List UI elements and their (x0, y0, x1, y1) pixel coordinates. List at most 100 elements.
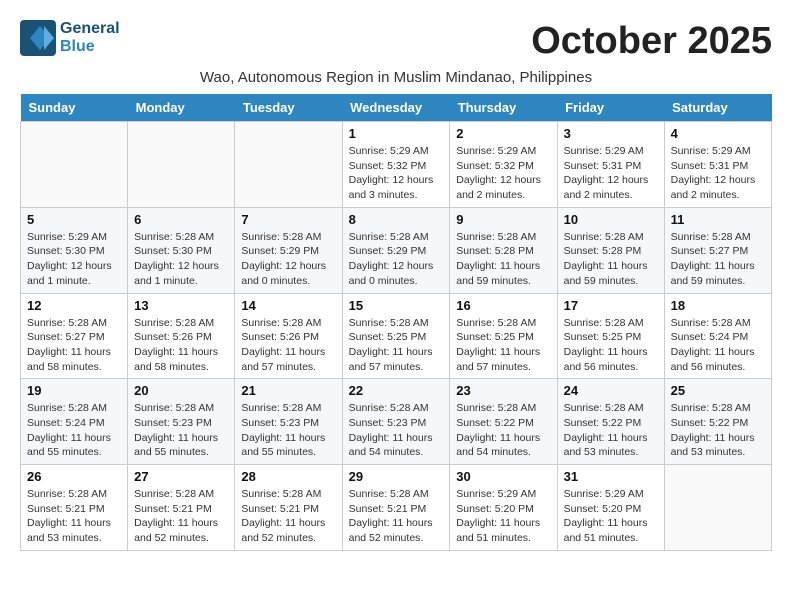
calendar-cell: 30 Sunrise: 5:29 AMSunset: 5:20 PMDayligh… (450, 465, 557, 551)
calendar-cell: 31 Sunrise: 5:29 AMSunset: 5:20 PMDayligh… (557, 465, 664, 551)
day-number: 9 (456, 212, 550, 227)
calendar-cell: 10 Sunrise: 5:28 AMSunset: 5:28 PMDayligh… (557, 207, 664, 293)
day-info: Sunrise: 5:28 AMSunset: 5:25 PMDaylight:… (349, 316, 444, 375)
weekday-header-sunday: Sunday (21, 94, 128, 122)
calendar-cell: 15 Sunrise: 5:28 AMSunset: 5:25 PMDayligh… (342, 293, 450, 379)
day-number: 11 (671, 212, 765, 227)
day-info: Sunrise: 5:28 AMSunset: 5:23 PMDaylight:… (134, 401, 228, 460)
day-number: 20 (134, 383, 228, 398)
day-number: 12 (27, 298, 121, 313)
calendar-cell: 26Sunrise: 5:28 AMSunset: 5:21 PMDayligh… (21, 465, 128, 551)
day-info: Sunrise: 5:28 AMSunset: 5:28 PMDaylight:… (564, 230, 658, 289)
day-info: Sunrise: 5:29 AMSunset: 5:20 PMDaylight:… (564, 487, 658, 546)
calendar-cell: 23Sunrise: 5:28 AMSunset: 5:22 PMDayligh… (450, 379, 557, 465)
day-info: Sunrise: 5:28 AMSunset: 5:29 PMDaylight:… (241, 230, 335, 289)
logo-line1: General (60, 20, 120, 38)
day-info: Sunrise: 5:28 AMSunset: 5:26 PMDaylight:… (241, 316, 335, 375)
weekday-header-thursday: Thursday (450, 94, 557, 122)
day-number: 15 (349, 298, 444, 313)
day-info: Sunrise: 5:29 AMSunset: 5:32 PMDaylight:… (456, 144, 550, 203)
day-info: Sunrise: 5:28 AMSunset: 5:23 PMDaylight:… (241, 401, 335, 460)
day-number: 4 (671, 126, 765, 141)
day-number: 19 (27, 383, 121, 398)
calendar-cell: 24 Sunrise: 5:28 AMSunset: 5:22 PMDayligh… (557, 379, 664, 465)
calendar-cell: 3 Sunrise: 5:29 AMSunset: 5:31 PMDaylight… (557, 122, 664, 208)
logo: General Blue (20, 20, 120, 56)
day-number: 13 (134, 298, 228, 313)
day-number: 29 (349, 469, 444, 484)
day-info: Sunrise: 5:28 AMSunset: 5:26 PMDaylight:… (134, 316, 228, 375)
day-number: 30 (456, 469, 550, 484)
calendar-cell (664, 465, 771, 551)
calendar-cell: 16 Sunrise: 5:28 AMSunset: 5:25 PMDayligh… (450, 293, 557, 379)
day-info: Sunrise: 5:28 AMSunset: 5:30 PMDaylight:… (134, 230, 228, 289)
calendar-cell: 2 Sunrise: 5:29 AMSunset: 5:32 PMDaylight… (450, 122, 557, 208)
day-info: Sunrise: 5:29 AMSunset: 5:32 PMDaylight:… (349, 144, 444, 203)
day-number: 25 (671, 383, 765, 398)
day-number: 27 (134, 469, 228, 484)
day-info: Sunrise: 5:29 AMSunset: 5:31 PMDaylight:… (671, 144, 765, 203)
day-number: 21 (241, 383, 335, 398)
calendar-cell: 1 Sunrise: 5:29 AMSunset: 5:32 PMDaylight… (342, 122, 450, 208)
day-number: 17 (564, 298, 658, 313)
day-number: 31 (564, 469, 658, 484)
calendar-cell: 6 Sunrise: 5:28 AMSunset: 5:30 PMDaylight… (128, 207, 235, 293)
day-number: 28 (241, 469, 335, 484)
calendar-cell: 14 Sunrise: 5:28 AMSunset: 5:26 PMDayligh… (235, 293, 342, 379)
calendar-cell: 5Sunrise: 5:29 AMSunset: 5:30 PMDaylight… (21, 207, 128, 293)
day-number: 14 (241, 298, 335, 313)
calendar-cell (21, 122, 128, 208)
day-number: 8 (349, 212, 444, 227)
day-number: 1 (349, 126, 444, 141)
day-number: 2 (456, 126, 550, 141)
day-info: Sunrise: 5:28 AMSunset: 5:23 PMDaylight:… (349, 401, 444, 460)
calendar-cell: 11Sunrise: 5:28 AMSunset: 5:27 PMDayligh… (664, 207, 771, 293)
day-info: Sunrise: 5:29 AMSunset: 5:20 PMDaylight:… (456, 487, 550, 546)
subtitle: Wao, Autonomous Region in Muslim Mindana… (20, 69, 772, 86)
calendar-cell: 21 Sunrise: 5:28 AMSunset: 5:23 PMDayligh… (235, 379, 342, 465)
calendar-cell: 7Sunrise: 5:28 AMSunset: 5:29 PMDaylight… (235, 207, 342, 293)
day-info: Sunrise: 5:29 AMSunset: 5:30 PMDaylight:… (27, 230, 121, 289)
calendar-cell: 28 Sunrise: 5:28 AMSunset: 5:21 PMDayligh… (235, 465, 342, 551)
day-info: Sunrise: 5:28 AMSunset: 5:25 PMDaylight:… (564, 316, 658, 375)
day-info: Sunrise: 5:29 AMSunset: 5:31 PMDaylight:… (564, 144, 658, 203)
weekday-header-monday: Monday (128, 94, 235, 122)
day-info: Sunrise: 5:28 AMSunset: 5:27 PMDaylight:… (27, 316, 121, 375)
day-number: 3 (564, 126, 658, 141)
day-number: 18 (671, 298, 765, 313)
calendar-cell: 4 Sunrise: 5:29 AMSunset: 5:31 PMDaylight… (664, 122, 771, 208)
weekday-header-saturday: Saturday (664, 94, 771, 122)
day-number: 24 (564, 383, 658, 398)
logo-line2: Blue (60, 38, 120, 56)
day-number: 16 (456, 298, 550, 313)
day-info: Sunrise: 5:28 AMSunset: 5:22 PMDaylight:… (564, 401, 658, 460)
day-info: Sunrise: 5:28 AMSunset: 5:21 PMDaylight:… (349, 487, 444, 546)
calendar-cell: 20 Sunrise: 5:28 AMSunset: 5:23 PMDayligh… (128, 379, 235, 465)
day-info: Sunrise: 5:28 AMSunset: 5:28 PMDaylight:… (456, 230, 550, 289)
calendar-table: SundayMondayTuesdayWednesdayThursdayFrid… (20, 94, 772, 551)
day-number: 10 (564, 212, 658, 227)
calendar-cell: 27Sunrise: 5:28 AMSunset: 5:21 PMDayligh… (128, 465, 235, 551)
weekday-header-wednesday: Wednesday (342, 94, 450, 122)
calendar-cell: 13 Sunrise: 5:28 AMSunset: 5:26 PMDayligh… (128, 293, 235, 379)
calendar-cell: 12 Sunrise: 5:28 AMSunset: 5:27 PMDayligh… (21, 293, 128, 379)
day-info: Sunrise: 5:28 AMSunset: 5:24 PMDaylight:… (27, 401, 121, 460)
day-number: 23 (456, 383, 550, 398)
general-blue-icon (20, 20, 56, 56)
calendar-cell: 29 Sunrise: 5:28 AMSunset: 5:21 PMDayligh… (342, 465, 450, 551)
calendar-cell: 19 Sunrise: 5:28 AMSunset: 5:24 PMDayligh… (21, 379, 128, 465)
weekday-header-friday: Friday (557, 94, 664, 122)
calendar-cell: 9 Sunrise: 5:28 AMSunset: 5:28 PMDaylight… (450, 207, 557, 293)
calendar-cell: 8 Sunrise: 5:28 AMSunset: 5:29 PMDaylight… (342, 207, 450, 293)
calendar-cell: 17 Sunrise: 5:28 AMSunset: 5:25 PMDayligh… (557, 293, 664, 379)
day-info: Sunrise: 5:28 AMSunset: 5:24 PMDaylight:… (671, 316, 765, 375)
calendar-cell: 18 Sunrise: 5:28 AMSunset: 5:24 PMDayligh… (664, 293, 771, 379)
calendar-cell (235, 122, 342, 208)
day-number: 6 (134, 212, 228, 227)
day-info: Sunrise: 5:28 AMSunset: 5:25 PMDaylight:… (456, 316, 550, 375)
day-info: Sunrise: 5:28 AMSunset: 5:21 PMDaylight:… (241, 487, 335, 546)
day-number: 26 (27, 469, 121, 484)
day-info: Sunrise: 5:28 AMSunset: 5:29 PMDaylight:… (349, 230, 444, 289)
calendar-cell: 25Sunrise: 5:28 AMSunset: 5:22 PMDayligh… (664, 379, 771, 465)
weekday-header-tuesday: Tuesday (235, 94, 342, 122)
